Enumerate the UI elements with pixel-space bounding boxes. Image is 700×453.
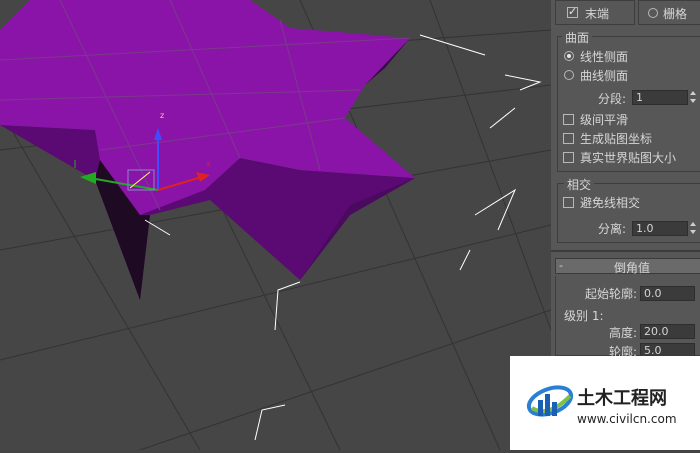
avoid-intersect-label: 避免线相交 bbox=[580, 196, 641, 210]
realworld-label: 真实世界贴图大小 bbox=[580, 151, 677, 165]
gizmo-x-label: x bbox=[206, 159, 211, 168]
linear-sides-radio[interactable] bbox=[564, 51, 574, 61]
3d-viewport[interactable]: z x bbox=[0, 0, 551, 450]
realworld-checkbox[interactable] bbox=[563, 152, 574, 163]
curved-sides-label: 曲线侧面 bbox=[580, 69, 629, 83]
start-outline-input[interactable] bbox=[640, 286, 695, 301]
separation-spinner[interactable] bbox=[689, 221, 698, 236]
viewport-canvas[interactable]: z x bbox=[0, 0, 551, 450]
height-label: 高度: bbox=[609, 326, 638, 340]
level1-label: 级别 1: bbox=[564, 309, 604, 323]
height-input[interactable] bbox=[640, 324, 695, 339]
watermark-logo: 土木工程网 www.civilcn.com bbox=[510, 356, 700, 450]
curved-sides-radio[interactable] bbox=[564, 70, 574, 80]
bevel-values-rollout-header[interactable]: - 倒角值 bbox=[555, 258, 700, 275]
smooth-checkbox[interactable] bbox=[563, 114, 574, 125]
collapse-icon: - bbox=[559, 259, 563, 272]
segments-spinner[interactable] bbox=[689, 90, 698, 105]
surface-title: 曲面 bbox=[562, 29, 593, 46]
segments-input[interactable] bbox=[632, 90, 688, 105]
linear-sides-label: 线性侧面 bbox=[580, 50, 629, 64]
mapcoords-label: 生成贴图坐标 bbox=[580, 132, 653, 146]
end-cap-label: 末端 bbox=[585, 7, 610, 21]
grid-box: 栅格 bbox=[638, 0, 700, 25]
end-cap-box: 末端 bbox=[555, 0, 635, 25]
start-outline-label: 起始轮廓: bbox=[585, 287, 638, 301]
end-cap-checkbox[interactable] bbox=[567, 5, 578, 18]
segments-label: 分段: bbox=[598, 92, 627, 106]
gizmo-z-label: z bbox=[160, 111, 164, 120]
logo-name: 土木工程网 bbox=[577, 388, 667, 409]
separation-input[interactable] bbox=[632, 221, 688, 236]
intersect-title: 相交 bbox=[564, 176, 595, 193]
bevel-values-title: 倒角值 bbox=[614, 261, 651, 275]
avoid-intersect-checkbox[interactable] bbox=[563, 197, 574, 208]
separation-label: 分离: bbox=[598, 222, 627, 236]
grid-radio[interactable] bbox=[648, 8, 658, 18]
logo-url: www.civilcn.com bbox=[577, 412, 677, 426]
smooth-label: 级间平滑 bbox=[580, 113, 629, 127]
rollout-divider bbox=[551, 250, 700, 252]
grid-label: 栅格 bbox=[663, 7, 688, 21]
mapcoords-checkbox[interactable] bbox=[563, 133, 574, 144]
